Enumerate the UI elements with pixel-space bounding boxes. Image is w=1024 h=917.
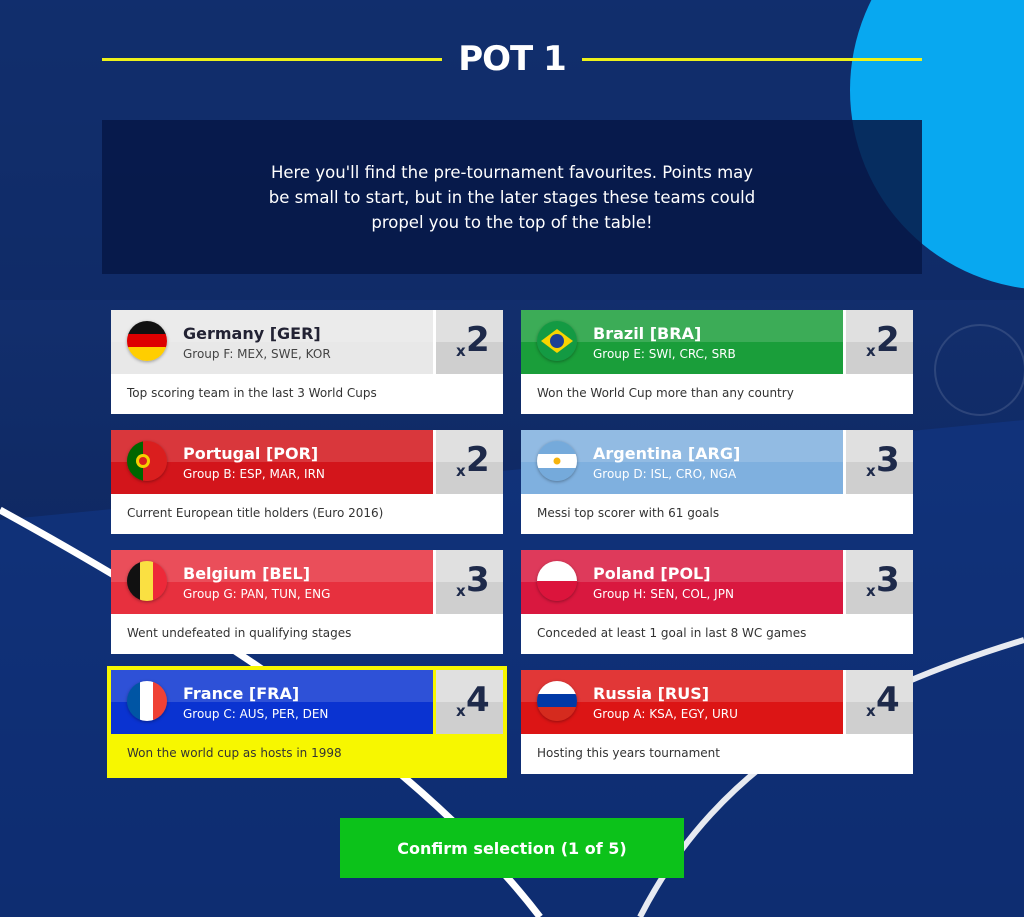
multiplier-value: 4	[466, 680, 490, 720]
multiplier-value: 3	[466, 560, 490, 600]
team-card[interactable]: Germany [GER] Group F: MEX, SWE, KOR x 2 Top…	[111, 310, 503, 414]
team-card[interactable]: Russia [RUS] Group A: KSA, EGY, URU x 4 Host…	[521, 670, 913, 774]
team-card-header: Russia [RUS] Group A: KSA, EGY, URU	[521, 670, 843, 734]
team-card-header: Germany [GER] Group F: MEX, SWE, KOR	[111, 310, 433, 374]
page-title: POT 1	[458, 39, 567, 79]
team-card[interactable]: Portugal [POR] Group B: ESP, MAR, IRN x 2 Cu…	[111, 430, 503, 534]
title-line-left	[102, 58, 442, 61]
title-line-right	[582, 58, 922, 61]
intro-panel: Here you'll find the pre-tournament favo…	[102, 120, 922, 274]
russia-flag-icon	[537, 681, 577, 721]
multiplier-value: 2	[466, 320, 490, 360]
team-card-header: Belgium [BEL] Group G: PAN, TUN, ENG	[111, 550, 433, 614]
points-multiplier: x4	[846, 670, 913, 734]
team-name: Brazil [BRA]	[593, 324, 702, 343]
team-fact: Conceded at least 1 goal in last 8 WC ga…	[537, 626, 807, 640]
team-fact: Current European title holders (Euro 201…	[127, 506, 384, 520]
multiplier-value: 3	[876, 560, 900, 600]
team-card-header: Poland [POL] Group H: SEN, COL, JPN	[521, 550, 843, 614]
team-name: Poland [POL]	[593, 564, 711, 583]
brazil-flag-icon	[537, 321, 577, 361]
points-multiplier: x2	[846, 310, 913, 374]
multiplier-value: 2	[466, 440, 490, 480]
points-multiplier: x4	[436, 670, 503, 734]
team-name: France [FRA]	[183, 684, 300, 703]
points-multiplier: x2	[436, 310, 503, 374]
intro-text: Here you'll find the pre-tournament favo…	[268, 162, 756, 232]
team-group: Group H: SEN, COL, JPN	[593, 587, 734, 601]
team-group: Group C: AUS, PER, DEN	[183, 707, 329, 721]
points-multiplier: x2	[436, 430, 503, 494]
multiplier-x: x	[456, 702, 466, 720]
multiplier-x: x	[456, 462, 466, 480]
multiplier-value: 2	[876, 320, 900, 360]
pot-header: POT 1	[102, 34, 922, 84]
team-fact: Top scoring team in the last 3 World Cup…	[127, 386, 377, 400]
team-fact: Hosting this years tournament	[537, 746, 720, 760]
points-multiplier: x3	[846, 430, 913, 494]
team-fact: Messi top scorer with 61 goals	[537, 506, 720, 520]
team-card[interactable]: Argentina [ARG] Group D: ISL, CRO, NGA x 3 M…	[521, 430, 913, 534]
team-card-header: Portugal [POR] Group B: ESP, MAR, IRN	[111, 430, 433, 494]
points-multiplier: x3	[846, 550, 913, 614]
multiplier-x: x	[866, 702, 876, 720]
team-group: Group E: SWI, CRC, SRB	[593, 347, 736, 361]
team-card-header: France [FRA] Group C: AUS, PER, DEN	[111, 670, 433, 734]
multiplier-x: x	[866, 342, 876, 360]
multiplier-x: x	[456, 342, 466, 360]
poland-flag-icon	[537, 561, 577, 601]
team-name: Russia [RUS]	[593, 684, 710, 703]
team-card[interactable]: Poland [POL] Group H: SEN, COL, JPN x 3 Conc…	[521, 550, 913, 654]
team-card[interactable]: Brazil [BRA] Group E: SWI, CRC, SRB x 2 Won …	[521, 310, 913, 414]
multiplier-x: x	[866, 582, 876, 600]
team-name: Belgium [BEL]	[183, 564, 311, 583]
portugal-flag-icon	[127, 441, 167, 481]
confirm-selection-button[interactable]: Confirm selection (1 of 5)	[340, 818, 684, 878]
team-group: Group A: KSA, EGY, URU	[593, 707, 738, 721]
team-group: Group B: ESP, MAR, IRN	[183, 467, 325, 481]
team-name: Germany [GER]	[183, 324, 321, 343]
team-card[interactable]: Belgium [BEL] Group G: PAN, TUN, ENG x 3 Wen…	[111, 550, 503, 654]
multiplier-x: x	[866, 462, 876, 480]
multiplier-x: x	[456, 582, 466, 600]
team-name: Argentina [ARG]	[593, 444, 741, 463]
belgium-flag-icon	[127, 561, 167, 601]
team-fact: Won the world cup as hosts in 1998	[127, 746, 342, 760]
team-group: Group D: ISL, CRO, NGA	[593, 467, 737, 481]
team-fact: Went undefeated in qualifying stages	[127, 626, 352, 640]
team-card[interactable]: France [FRA] Group C: AUS, PER, DEN x 4 Won …	[107, 666, 507, 778]
team-group: Group G: PAN, TUN, ENG	[183, 587, 331, 601]
multiplier-value: 4	[876, 680, 900, 720]
team-fact: Won the World Cup more than any country	[537, 386, 794, 400]
team-name: Portugal [POR]	[183, 444, 319, 463]
france-flag-icon	[127, 681, 167, 721]
team-card-header: Brazil [BRA] Group E: SWI, CRC, SRB	[521, 310, 843, 374]
multiplier-value: 3	[876, 440, 900, 480]
points-multiplier: x3	[436, 550, 503, 614]
team-group: Group F: MEX, SWE, KOR	[183, 347, 331, 361]
argentina-flag-icon	[537, 441, 577, 481]
team-card-header: Argentina [ARG] Group D: ISL, CRO, NGA	[521, 430, 843, 494]
germany-flag-icon	[127, 321, 167, 361]
